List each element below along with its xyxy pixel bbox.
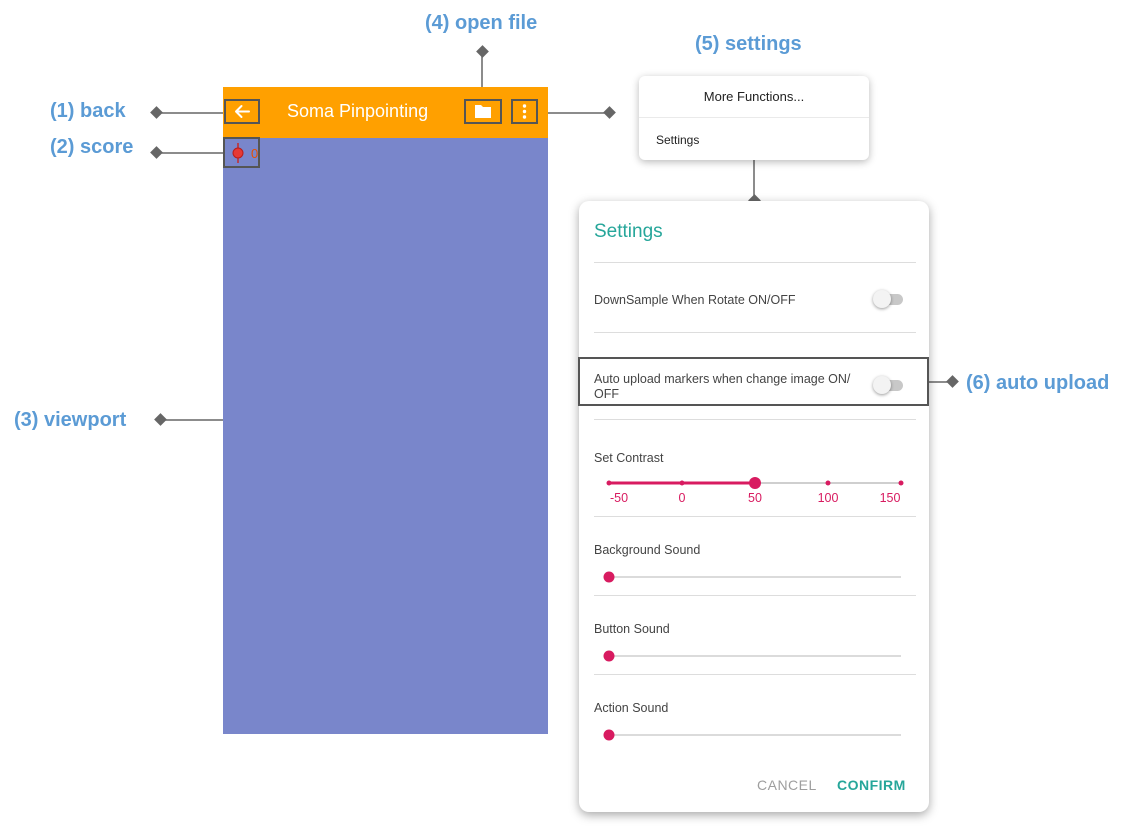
callout-settings: (5) settings	[695, 33, 802, 55]
menu-divider	[639, 117, 869, 118]
open-file-button[interactable]	[464, 99, 502, 124]
menu-item-settings[interactable]: Settings	[656, 133, 699, 147]
more-button[interactable]	[511, 99, 538, 124]
contrast-tick: 100	[817, 491, 839, 505]
divider	[594, 262, 916, 263]
callout-connectors	[150, 45, 959, 426]
background-sound-label: Background Sound	[594, 543, 701, 557]
callout-score: (2) score	[50, 136, 134, 158]
action-sound-slider[interactable]	[579, 723, 929, 747]
more-vert-icon	[522, 104, 527, 119]
divider	[594, 674, 916, 675]
downsample-label: DownSample When Rotate ON/OFF	[594, 293, 796, 307]
action-sound-thumb	[603, 729, 615, 741]
app-toolbar: Soma Pinpointing	[223, 87, 548, 138]
cancel-button[interactable]: CANCEL	[757, 777, 817, 793]
menu-header: More Functions...	[703, 89, 805, 104]
contrast-tick: 0	[678, 491, 686, 505]
contrast-thumb	[749, 477, 761, 489]
callout-back: (1) back	[50, 100, 126, 122]
back-button[interactable]	[224, 99, 260, 124]
button-sound-label: Button Sound	[594, 622, 670, 636]
button-sound-slider[interactable]	[579, 644, 929, 668]
divider	[594, 516, 916, 517]
callout-open-file: (4) open file	[425, 12, 538, 34]
app-title: Soma Pinpointing	[287, 101, 429, 121]
divider	[594, 332, 916, 333]
contrast-label: Set Contrast	[594, 451, 664, 465]
callout-viewport: (3) viewport	[14, 409, 127, 431]
downsample-toggle[interactable]	[873, 290, 905, 308]
folder-icon	[475, 105, 491, 118]
action-sound-label: Action Sound	[594, 701, 669, 715]
contrast-tick: 150	[879, 491, 901, 505]
contrast-tick: -50	[609, 491, 629, 505]
contrast-tick: 50	[748, 491, 762, 505]
auto-upload-highlight	[578, 357, 929, 406]
marker-icon	[232, 143, 244, 163]
callout-auto-upload: (6) auto upload	[966, 372, 1110, 394]
arrow-left-icon	[235, 105, 250, 118]
divider	[594, 419, 916, 420]
background-sound-slider[interactable]	[579, 565, 929, 589]
divider	[594, 595, 916, 596]
dialog-title: Settings	[594, 221, 663, 242]
button-sound-thumb	[603, 650, 615, 662]
more-functions-menu: More Functions... Settings	[639, 76, 869, 160]
score-display: 0	[223, 137, 260, 168]
settings-dialog: Settings DownSample When Rotate ON/OFF A…	[579, 201, 929, 812]
viewport[interactable]: Soma Pinpointing 0	[223, 87, 548, 734]
confirm-button[interactable]: CONFIRM	[837, 777, 906, 793]
background-sound-thumb	[603, 571, 615, 583]
score-value: 0	[251, 146, 259, 161]
